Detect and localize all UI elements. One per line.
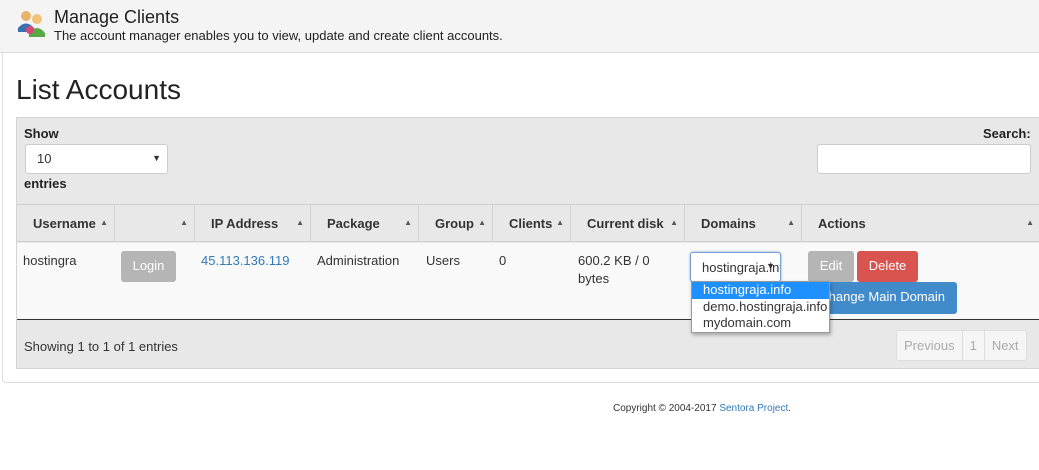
table-row: hostingra Login 45.113.136.119 Administr… (17, 243, 1039, 320)
sort-icon: ▲ (787, 218, 795, 227)
sort-icon: ▲ (478, 218, 486, 227)
chevron-down-icon: ▼ (152, 153, 161, 163)
domain-option[interactable]: hostingraja.info (692, 282, 829, 299)
sort-icon: ▲ (296, 218, 304, 227)
column-clients[interactable]: Clients ▲ (493, 205, 571, 242)
entries-label: entries (24, 176, 67, 191)
sort-icon: ▲ (404, 218, 412, 227)
pagination: Previous 1 Next (896, 330, 1027, 361)
table-header: Username ▲ ▲ IP Address ▲ Package ▲ Group ▲ … (17, 204, 1039, 242)
page-size-value: 10 (37, 151, 52, 166)
header-title: Manage Clients (54, 7, 180, 27)
cell-current-disk: 600.2 KB / 0 bytes (578, 253, 650, 286)
cell-username: hostingra (23, 253, 77, 268)
change-main-domain-button[interactable]: Change Main Domain (808, 282, 957, 314)
column-username[interactable]: Username ▲ (17, 205, 115, 242)
sort-icon: ▲ (670, 218, 678, 227)
pagination-next[interactable]: Next (985, 331, 1026, 360)
users-group-icon (18, 11, 45, 37)
page-size-select[interactable]: 10 ▼ (25, 144, 168, 174)
cell-clients: 0 (499, 253, 507, 268)
domain-select[interactable]: hostingraja.info ▼ (690, 252, 781, 282)
cell-ip-address[interactable]: 45.113.136.119 (201, 252, 289, 270)
page-title: List Accounts (16, 74, 181, 105)
column-actions[interactable]: Actions ▲ (802, 205, 1039, 242)
search-input[interactable] (817, 144, 1031, 174)
edit-button[interactable]: Edit (808, 251, 854, 282)
page-header: Manage Clients The account manager enabl… (0, 0, 1039, 53)
sort-asc-icon: ▲ (100, 218, 108, 227)
search-label: Search: (983, 126, 1031, 141)
login-button[interactable]: Login (121, 251, 176, 282)
header-subtitle: The account manager enables you to view,… (54, 28, 503, 43)
copyright: Copyright © 2004-2017 Sentora Project. (613, 403, 792, 414)
domain-dropdown-list: hostingraja.info demo.hostingraja.info m… (691, 281, 830, 333)
pagination-previous[interactable]: Previous (897, 331, 963, 360)
sort-icon: ▲ (556, 218, 564, 227)
column-current-disk[interactable]: Current disk ▲ (571, 205, 685, 242)
sort-icon: ▲ (1026, 218, 1034, 227)
pagination-page-1[interactable]: 1 (963, 331, 985, 360)
cell-group: Users (426, 253, 460, 268)
column-group[interactable]: Group ▲ (419, 205, 493, 242)
table-info: Showing 1 to 1 of 1 entries (24, 339, 178, 354)
delete-button[interactable]: Delete (857, 251, 918, 282)
sort-icon: ▲ (180, 218, 188, 227)
column-login[interactable]: ▲ (115, 205, 195, 242)
accounts-table-wrapper: Show 10 ▼ entries Search: Username ▲ ▲ IP… (16, 117, 1039, 369)
column-domains[interactable]: Domains ▲ (685, 205, 802, 242)
domain-option[interactable]: mydomain.com (692, 315, 829, 332)
show-label: Show (24, 126, 59, 141)
cell-package: Administration (317, 253, 400, 268)
domain-option[interactable]: demo.hostingraja.info (692, 299, 829, 316)
chevron-down-icon: ▼ (766, 261, 775, 271)
sentora-link[interactable]: Sentora Project (719, 403, 788, 414)
column-package[interactable]: Package ▲ (311, 205, 419, 242)
column-ip-address[interactable]: IP Address ▲ (195, 205, 311, 242)
